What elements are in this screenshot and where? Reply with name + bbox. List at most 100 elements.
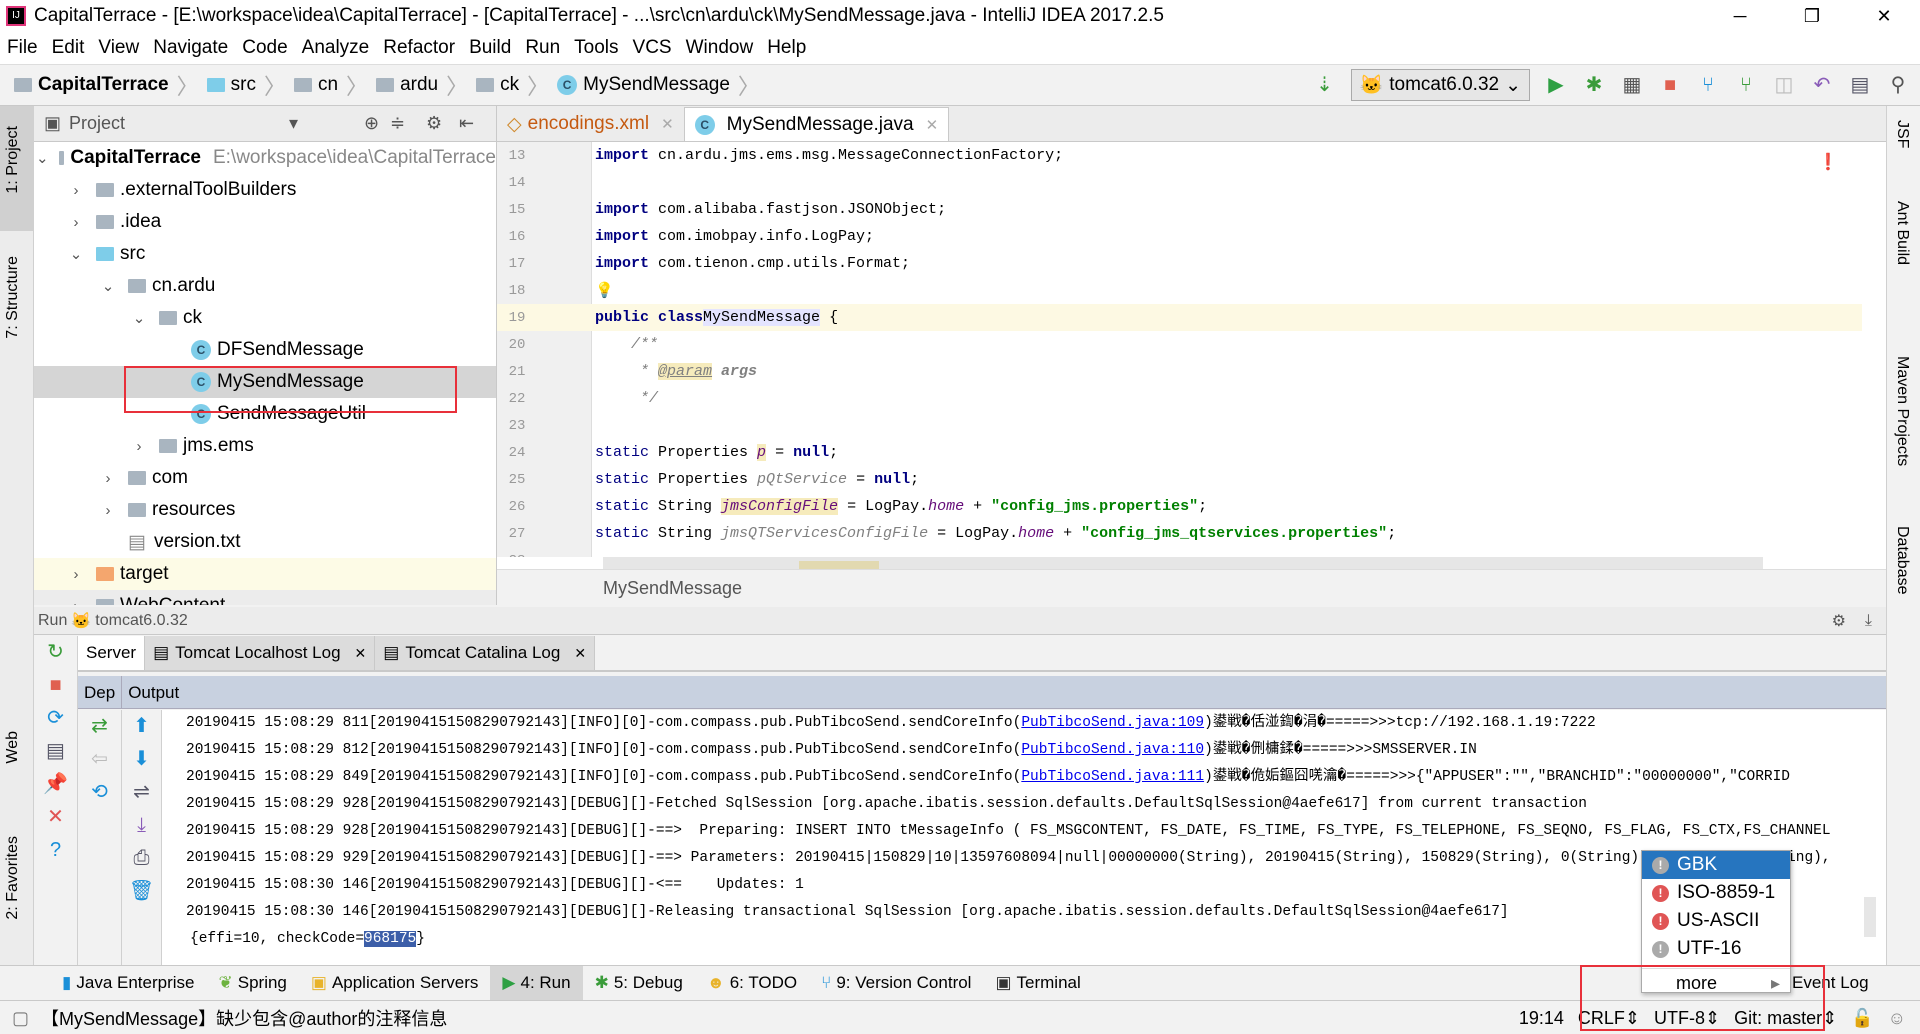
crumb-src[interactable]: src	[231, 74, 256, 96]
vertical-scrollbar[interactable]	[1864, 897, 1876, 937]
help-icon[interactable]: ?	[34, 834, 77, 867]
undeploy-icon[interactable]: ⇦	[78, 743, 121, 776]
caret-position[interactable]: 19:14	[1519, 1008, 1564, 1029]
error-indicator-icon[interactable]: ❗	[1818, 152, 1838, 172]
crumb-class[interactable]: MySendMessage	[583, 74, 730, 96]
close-button[interactable]: ✕	[1848, 0, 1920, 32]
tab-encodings-xml[interactable]: ◇ encodings.xml ✕	[497, 107, 684, 141]
tree-item[interactable]: › resources	[34, 494, 496, 526]
crumb-ck[interactable]: ck	[500, 74, 519, 96]
print-icon[interactable]: ⎙	[122, 842, 161, 875]
tab-tomcat-localhost-log[interactable]: ▤ Tomcat Localhost Log ✕	[145, 636, 376, 670]
line-separator-widget[interactable]: CRLF⇕	[1578, 1008, 1640, 1029]
deploy-icon[interactable]: ⇄	[78, 710, 121, 743]
project-view-dropdown[interactable]: Project	[69, 113, 125, 134]
tree-item[interactable]: › .idea	[34, 206, 496, 238]
tree-item[interactable]: C DFSendMessage	[34, 334, 496, 366]
coverage-icon[interactable]: ▦	[1620, 73, 1644, 97]
editor-breadcrumb[interactable]: MySendMessage	[497, 569, 1886, 605]
encoding-option-gbk[interactable]: ! GBK	[1642, 851, 1790, 879]
tree-item[interactable]: › .externalToolBuilders	[34, 174, 496, 206]
locate-icon[interactable]: ⊕	[364, 113, 379, 134]
menu-analyze[interactable]: Analyze	[295, 37, 377, 59]
pin-icon[interactable]: 📌	[34, 768, 77, 801]
tree-item[interactable]: ▤ version.txt	[34, 526, 496, 558]
tab-mysendmessage-java[interactable]: C MySendMessage.java ✕	[683, 107, 950, 141]
restore-button[interactable]: ❐	[1776, 0, 1848, 32]
source-link[interactable]: PubTibcoSend.java:110	[1021, 742, 1204, 758]
vcs-update-icon[interactable]: ⑂	[1696, 73, 1720, 97]
tree-item[interactable]: › jms.ems	[34, 430, 496, 462]
hide-icon[interactable]: ⇤	[459, 113, 474, 134]
tool-terminal[interactable]: ▣ Terminal	[983, 966, 1092, 1000]
trash-icon[interactable]: 🗑	[122, 875, 161, 908]
scroll-to-end-icon[interactable]: ⤓	[122, 809, 161, 842]
menu-view[interactable]: View	[91, 37, 146, 59]
tool-run[interactable]: ▶ 4: Run	[490, 966, 583, 1000]
tree-root[interactable]: ⌄ CapitalTerrace E:\workspace\idea\Capital…	[34, 142, 496, 174]
tree-item-selected[interactable]: C MySendMessage	[34, 366, 496, 398]
menu-edit[interactable]: Edit	[45, 37, 92, 59]
tool-version-control[interactable]: ⑂ 9: Version Control	[809, 966, 983, 1000]
collapse-icon[interactable]: ≑	[390, 113, 405, 134]
tool-spring[interactable]: ❦ Spring	[206, 966, 298, 1000]
vcs-history-icon[interactable]: ◫	[1772, 73, 1796, 97]
source-link[interactable]: PubTibcoSend.java:111	[1021, 769, 1204, 785]
tree-item[interactable]: C SendMessageUtil	[34, 398, 496, 430]
tab-server[interactable]: Server	[78, 636, 146, 670]
encoding-widget[interactable]: UTF-8⇕	[1654, 1008, 1720, 1029]
encoding-option-us-ascii[interactable]: ! US-ASCII	[1642, 907, 1790, 935]
menu-navigate[interactable]: Navigate	[146, 37, 235, 59]
stop-icon[interactable]: ■	[1658, 73, 1682, 97]
redeploy-icon[interactable]: ⟲	[78, 776, 121, 809]
gear-icon[interactable]: ⚙	[1832, 611, 1846, 631]
menu-file[interactable]: File	[0, 37, 45, 59]
tree-item[interactable]: › target	[34, 558, 496, 590]
close-tab-icon[interactable]: ✕	[574, 645, 586, 662]
menu-build[interactable]: Build	[462, 37, 518, 59]
close-tab-icon[interactable]: ✕	[661, 115, 674, 133]
tree-item[interactable]: ⌄ cn.ardu	[34, 270, 496, 302]
tab-deployment[interactable]: Dep	[78, 675, 123, 709]
crumb-project[interactable]: CapitalTerrace	[38, 74, 169, 96]
close-tab-icon[interactable]: ✕	[926, 116, 939, 134]
tree-item[interactable]: ›WebContent	[34, 590, 496, 605]
tab-output[interactable]: Output	[122, 676, 185, 709]
tool-database[interactable]: Database	[1893, 526, 1911, 595]
status-toggle-icon[interactable]: ▢	[12, 1008, 29, 1029]
menu-vcs[interactable]: VCS	[626, 37, 679, 59]
minimize-button[interactable]: ─	[1704, 0, 1776, 32]
tool-ant-build[interactable]: Ant Build	[1893, 201, 1911, 265]
down-arrow-icon[interactable]: ⬇	[122, 743, 161, 776]
tool-todo[interactable]: ☻ 6: TODO	[695, 966, 809, 1000]
horizontal-scrollbar[interactable]	[603, 557, 1763, 569]
search-icon[interactable]: ⚲	[1886, 73, 1910, 97]
tool-favorites[interactable]: 2: Favorites	[4, 836, 22, 920]
tool-event-log[interactable]: Event Log	[1780, 966, 1881, 1000]
layout-icon[interactable]: ▤	[34, 735, 77, 768]
menu-tools[interactable]: Tools	[567, 37, 625, 59]
vcs-commit-icon[interactable]: ⑂	[1734, 73, 1758, 97]
lightbulb-icon[interactable]: 💡	[595, 281, 614, 300]
tool-application-servers[interactable]: ▣ Application Servers	[299, 966, 491, 1000]
debug-icon[interactable]: ✱	[1582, 73, 1606, 97]
tool-web[interactable]: Web	[4, 731, 22, 764]
inspector-icon[interactable]: ☺	[1888, 1008, 1906, 1029]
close-icon[interactable]: ✕	[34, 801, 77, 834]
tree-item[interactable]: › com	[34, 462, 496, 494]
stop-icon[interactable]: ■	[34, 669, 77, 702]
crumb-ardu[interactable]: ardu	[400, 74, 438, 96]
code-area[interactable]: 13 import cn.ardu.jms.ems.msg.MessageConn…	[497, 142, 1862, 557]
menu-run[interactable]: Run	[518, 37, 567, 59]
crumb-cn[interactable]: cn	[318, 74, 338, 96]
git-branch-widget[interactable]: Git: master⇕	[1734, 1008, 1837, 1029]
console-output[interactable]: 20190415 15:08:29 811[20190415150829079​…	[162, 710, 1886, 965]
encoding-option-iso-8859-1[interactable]: ! ISO-8859-1	[1642, 879, 1790, 907]
tree-item[interactable]: ⌄ src	[34, 238, 496, 270]
tab-tomcat-catalina-log[interactable]: ▤ Tomcat Catalina Log ✕	[375, 636, 596, 670]
gear-icon[interactable]: ⚙	[426, 113, 442, 134]
encoding-option-utf-16[interactable]: ! UTF-16	[1642, 935, 1790, 963]
sort-icon[interactable]: ⇣	[1313, 73, 1337, 97]
dropdown-arrow-icon[interactable]: ▾	[289, 113, 298, 134]
update-icon[interactable]: ⟳	[34, 702, 77, 735]
